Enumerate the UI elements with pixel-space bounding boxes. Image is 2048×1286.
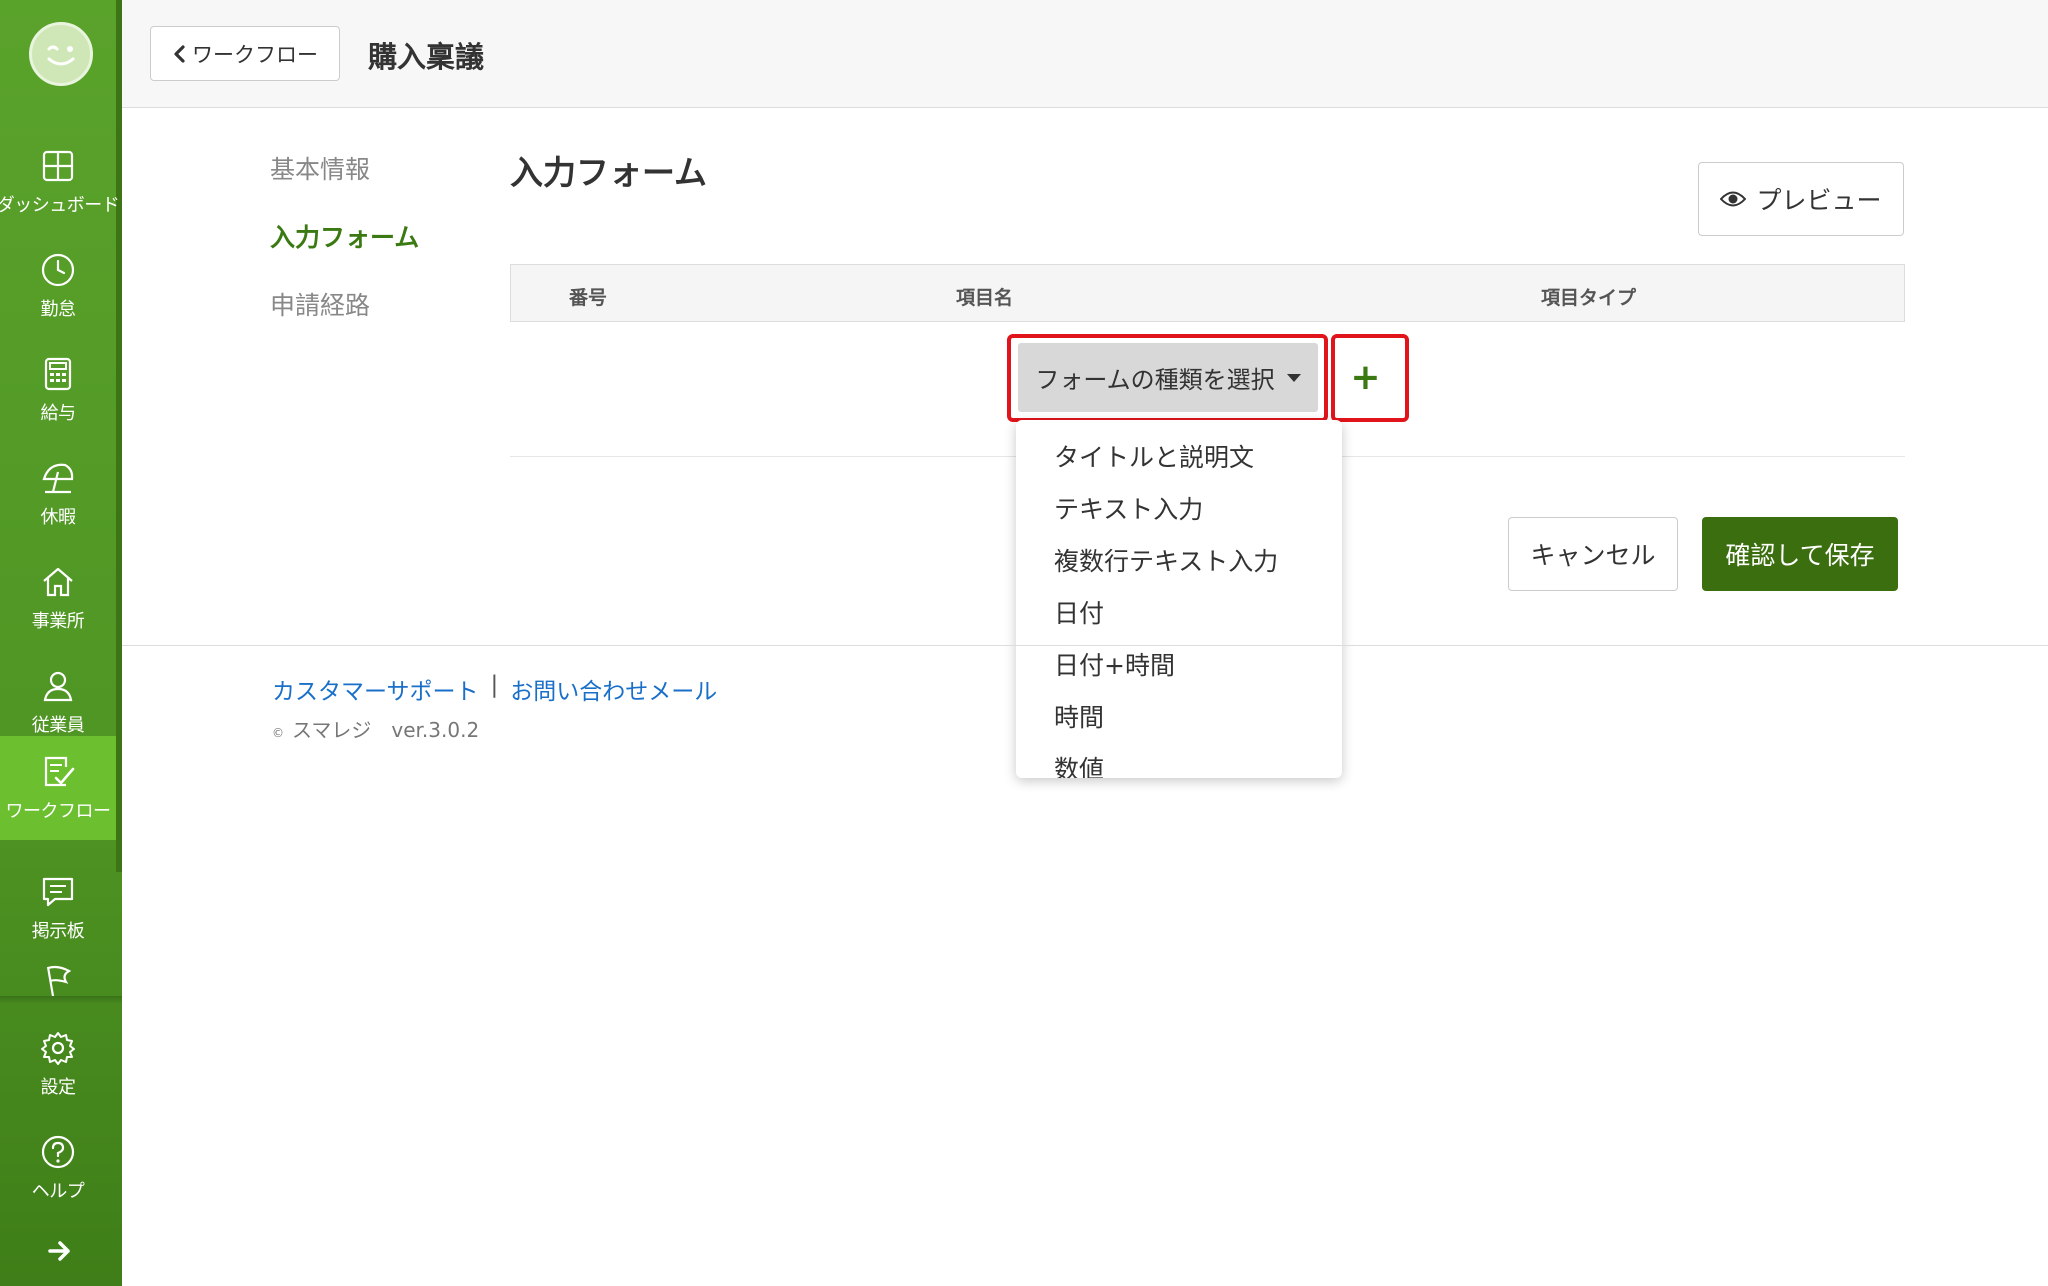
nav-item-basic-info[interactable]: 基本情報 — [270, 150, 370, 186]
cancel-button[interactable]: キャンセル — [1508, 517, 1678, 591]
column-header-number: 番号 — [569, 287, 608, 309]
sidebar-item-dashboard[interactable]: ダッシュボード — [0, 130, 120, 234]
back-button[interactable]: ワークフロー — [150, 26, 340, 81]
sidebar-item-bulletin[interactable]: 掲示板 — [0, 856, 116, 960]
logo[interactable] — [29, 22, 93, 86]
home-icon — [43, 567, 73, 597]
sidebar-item-label: 事業所 — [31, 611, 85, 632]
confirm-save-button[interactable]: 確認して保存 — [1702, 517, 1898, 591]
dropdown-option[interactable]: 日付+時間 — [1054, 646, 1175, 682]
sidebar: ダッシュボード 勤怠 給与 休暇 事業所 従業員 ワークフロー 掲示板 設定 ヘ… — [0, 0, 122, 1286]
footer-divider — [122, 645, 2048, 646]
section-title: 入力フォーム — [510, 153, 708, 192]
dropdown-option[interactable]: 時間 — [1054, 698, 1104, 734]
sidebar-item-workflow[interactable]: ワークフロー — [0, 736, 116, 840]
version-label: ver.3.0.2 — [391, 718, 480, 742]
dashboard-icon — [42, 150, 74, 182]
column-header-item-type: 項目タイプ — [1541, 287, 1637, 309]
preview-label: プレビュー — [1756, 186, 1882, 215]
sidebar-item-payroll[interactable]: 給与 — [0, 338, 116, 442]
arrow-right-icon[interactable] — [44, 1236, 74, 1266]
sidebar-item-flag[interactable] — [0, 946, 116, 1016]
header: ワークフロー 購入稟議 — [122, 0, 2048, 108]
gear-icon — [41, 1032, 75, 1065]
checklist-icon — [44, 756, 75, 787]
highlight-box-add — [1331, 334, 1409, 422]
sidebar-item-label: 掲示板 — [31, 921, 85, 942]
sidebar-item-label: 勤怠 — [40, 299, 77, 320]
sidebar-item-help[interactable]: ヘルプ — [0, 1116, 116, 1220]
contact-email-link[interactable]: お問い合わせメール — [510, 672, 717, 706]
dropdown-option[interactable]: 複数行テキスト入力 — [1054, 542, 1278, 578]
sidebar-item-label: ヘルプ — [31, 1181, 85, 1202]
sidebar-item-label: 設定 — [40, 1077, 77, 1098]
form-type-dropdown: タイトルと説明文 テキスト入力 複数行テキスト入力 日付 日付+時間 時間 数値 — [1016, 420, 1342, 778]
page-title: 購入稟議 — [368, 40, 485, 74]
chat-icon — [42, 877, 74, 907]
chevron-left-icon — [174, 44, 185, 63]
copyright-symbol: © — [272, 726, 284, 740]
help-icon — [41, 1135, 75, 1169]
column-header-item-name: 項目名 — [956, 287, 1014, 309]
sidebar-scrollbar[interactable] — [116, 0, 122, 872]
sidebar-item-label: 給与 — [40, 403, 77, 424]
sidebar-item-label: 休暇 — [40, 507, 77, 528]
brand-name: スマレジ — [292, 718, 372, 742]
footer-links: カスタマーサポート | お問い合わせメール — [272, 672, 717, 706]
sidebar-item-settings[interactable]: 設定 — [0, 1012, 116, 1116]
sidebar-item-label: ダッシュボード — [0, 195, 120, 216]
table-header: 番号 項目名 項目タイプ — [510, 264, 1905, 322]
customer-support-link[interactable]: カスタマーサポート — [272, 672, 479, 706]
beach-umbrella-icon — [42, 463, 74, 494]
nav-item-input-form[interactable]: 入力フォーム — [270, 218, 419, 254]
highlight-box-select — [1007, 334, 1328, 422]
sidebar-item-label: ワークフロー — [5, 801, 112, 822]
copyright: © スマレジ ver.3.0.2 — [272, 714, 479, 743]
footer-separator: | — [490, 672, 499, 698]
sidebar-item-office[interactable]: 事業所 — [0, 546, 116, 650]
nav-item-approval-route[interactable]: 申請経路 — [270, 286, 370, 322]
sidebar-item-attendance[interactable]: 勤怠 — [0, 234, 116, 338]
person-icon — [43, 671, 73, 702]
sidebar-item-label: 従業員 — [31, 715, 85, 736]
flag-icon — [46, 965, 72, 997]
sidebar-divider — [0, 996, 122, 1004]
clock-icon — [41, 253, 75, 287]
sidebar-item-vacation[interactable]: 休暇 — [0, 442, 116, 546]
back-button-label: ワークフロー — [192, 42, 318, 67]
dropdown-option[interactable]: 数値 — [1054, 750, 1104, 778]
smiley-logo-icon — [47, 45, 75, 66]
calculator-icon — [44, 357, 72, 391]
preview-button[interactable]: プレビュー — [1698, 162, 1904, 236]
dropdown-option[interactable]: タイトルと説明文 — [1054, 438, 1254, 474]
eye-icon — [1720, 191, 1747, 207]
dropdown-option[interactable]: テキスト入力 — [1054, 490, 1203, 526]
dropdown-option[interactable]: 日付 — [1054, 594, 1104, 630]
